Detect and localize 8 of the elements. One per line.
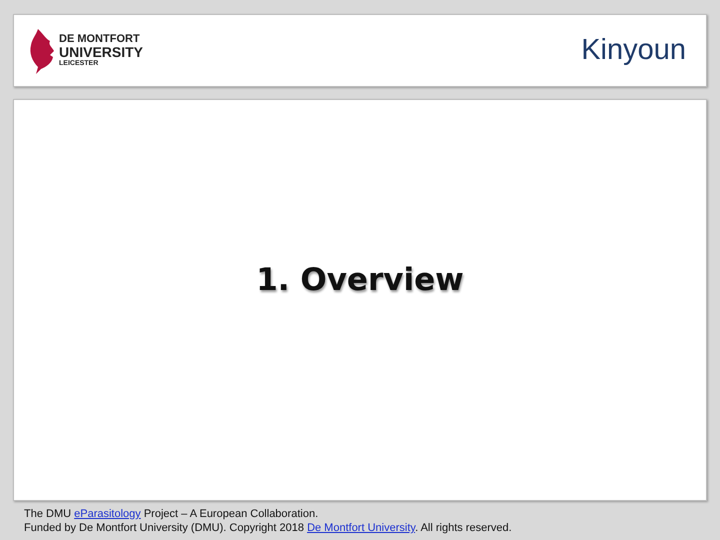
page-title: Kinyoun [581,34,686,67]
footer-text: Funded by De Montfort University (DMU). Copyright 2018 De Montfort University. All rights reserved. [24,521,513,535]
logo-text: UNIVERSITY [59,45,144,59]
footer-link[interactable]: eParasitology [74,508,141,520]
logo-text: DE MONTFORT [59,34,141,45]
footer-text: The DMU eParasitology Project – A European Collaboration. [24,507,320,521]
footer-link[interactable]: De Montfort University [307,522,416,534]
slide-heading: 1. Overview [256,262,464,298]
